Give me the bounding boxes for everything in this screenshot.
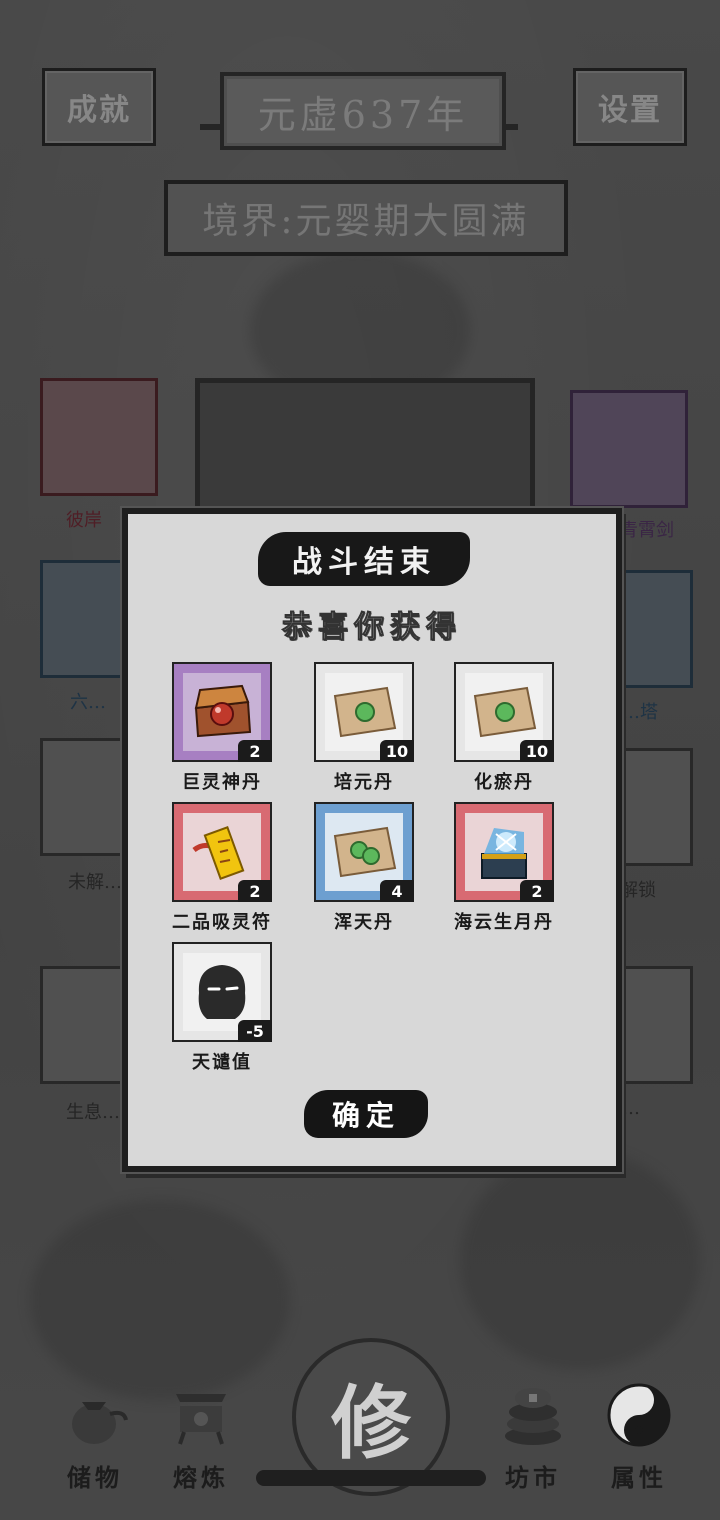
reward-item[interactable]: 10 培元丹 [314,662,414,794]
reward-frame: -5 [172,942,272,1042]
cauldron-icon [166,1380,236,1450]
reward-count: 10 [520,740,554,762]
modal-subtitle: 恭喜你获得 [282,610,462,646]
yin-yang-icon [604,1380,674,1450]
reward-frame: 2 [454,802,554,902]
cultivate-label: 修 [331,1376,411,1470]
reward-count: 2 [238,740,272,762]
pouch-icon [60,1380,130,1450]
reward-frame: 10 [454,662,554,762]
reward-name: 天谴值 [192,1052,252,1073]
nav-market-label: 坊市 [505,1463,561,1492]
coins-icon [498,1380,568,1450]
reward-item[interactable]: -5 天谴值 [172,942,272,1074]
reward-name: 二品吸灵符 [172,912,272,933]
reward-item[interactable]: 10 化瘀丹 [454,662,554,794]
reward-frame: 4 [314,802,414,902]
modal-title: 战斗结束 [258,532,470,586]
reward-name: 巨灵神丹 [182,772,262,793]
reward-item[interactable]: 4 浑天丹 [314,802,414,934]
reward-name: 浑天丹 [334,912,394,933]
reward-count: 10 [380,740,414,762]
reward-item[interactable]: 2 巨灵神丹 [172,662,272,794]
nav-storage-label: 储物 [67,1463,123,1492]
reward-frame: 10 [314,662,414,762]
reward-item[interactable]: 2 二品吸灵符 [172,802,272,934]
reward-frame: 2 [172,662,272,762]
nav-smelt-label: 熔炼 [173,1463,229,1492]
reward-item[interactable]: 2 海云生月丹 [454,802,554,934]
nav-attributes-label: 属性 [611,1463,667,1492]
battle-result-modal: 战斗结束 恭喜你获得 2 巨灵神丹 10 培元丹 10 化瘀丹 2 二品吸灵符 … [122,508,622,1172]
reward-name: 培元丹 [334,772,394,793]
reward-count: -5 [238,1020,272,1042]
reward-name: 化瘀丹 [474,772,534,793]
nav-market[interactable]: 坊市 [478,1380,588,1493]
nav-smelt[interactable]: 熔炼 [146,1380,256,1493]
reward-count: 2 [520,880,554,902]
nav-storage[interactable]: 储物 [40,1380,150,1493]
reward-name: 海云生月丹 [454,912,554,933]
reward-count: 4 [380,880,414,902]
reward-count: 2 [238,880,272,902]
confirm-label: 确定 [331,1099,400,1132]
modal-title-text: 战斗结束 [292,545,436,580]
cloud-strip [256,1470,486,1486]
nav-attributes[interactable]: 属性 [584,1380,694,1493]
reward-frame: 2 [172,802,272,902]
confirm-button[interactable]: 确定 [304,1090,428,1138]
